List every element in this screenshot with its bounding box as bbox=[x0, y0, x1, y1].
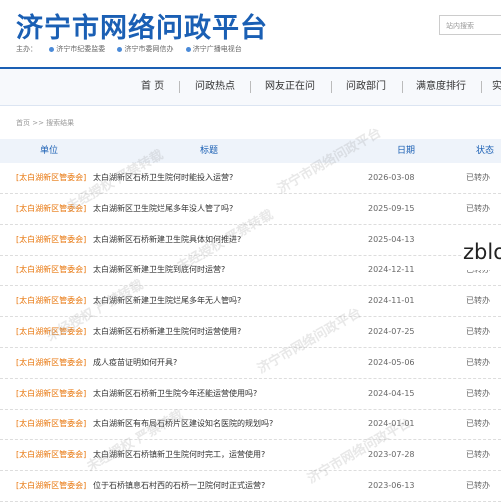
row-status: 已转办 bbox=[466, 296, 490, 306]
row-department[interactable]: [太白湖新区管委会] bbox=[16, 286, 86, 316]
nav-divider bbox=[481, 81, 482, 93]
row-date: 2024-12-11 bbox=[368, 265, 415, 275]
row-department[interactable]: [太白湖新区管委会] bbox=[16, 348, 86, 378]
bullet-icon bbox=[49, 46, 55, 52]
nav-divider bbox=[402, 81, 403, 93]
row-department[interactable]: [太白湖新区管委会] bbox=[16, 379, 86, 409]
nav-departments[interactable]: 问政部门 bbox=[346, 69, 386, 105]
sponsor-label: 主办： bbox=[16, 45, 37, 53]
row-title[interactable]: 太白湖新区石桥新建卫生院何时运营使用? bbox=[93, 317, 241, 347]
table-row[interactable]: [太白湖新区管委会] 成人疫苗证明如何开具? 2024-05-06 已转办 bbox=[0, 348, 501, 379]
row-status: 已转办 bbox=[466, 173, 490, 182]
nav-more[interactable]: 实 bbox=[492, 69, 501, 105]
table-header: 单位 标题 日期 状态 bbox=[0, 139, 501, 163]
row-status: 已转办 bbox=[466, 327, 490, 336]
nav-hot-topics[interactable]: 问政热点 bbox=[195, 69, 235, 105]
row-title[interactable]: 太白湖新区石桥卫生院何时能投入运营? bbox=[93, 163, 233, 193]
nav-satisfaction-ranking[interactable]: 满意度排行 bbox=[416, 69, 466, 105]
row-status: 已转办 bbox=[466, 203, 490, 213]
table-row[interactable]: [太白湖新区管委会] 太白湖新区石桥镇新卫生院何时完工，运营使用? 2023-07-… bbox=[0, 440, 501, 472]
col-dept: 单位 bbox=[40, 146, 59, 156]
row-title[interactable]: 太白湖新区有布局石桥片区建设知名医院的规划吗? bbox=[93, 409, 273, 439]
overlay-text: zblog bbox=[463, 234, 501, 270]
row-department[interactable]: [太白湖新区管委会] bbox=[16, 255, 86, 285]
table-row[interactable]: [太白湖新区管委会]太白湖新区石桥新建卫生院具体如何推进?2025-04-13已… bbox=[0, 225, 501, 256]
row-title[interactable]: 太白湖新区新建卫生院到底何时运营? bbox=[93, 255, 225, 285]
row-date: 2024-01-01 bbox=[368, 419, 415, 429]
table-row[interactable]: [太白湖新区管委会]太白湖新区新建卫生院到底何时运营?2024-12-11已转办 bbox=[0, 255, 501, 287]
row-title[interactable]: 太白湖新区新建卫生院烂尾多年无人管吗? bbox=[93, 286, 241, 316]
nav-home[interactable]: 首 页 bbox=[141, 69, 164, 105]
row-date: 2023-07-28 bbox=[368, 450, 415, 460]
search-input[interactable]: 站内搜索 bbox=[439, 15, 501, 35]
col-date: 日期 bbox=[397, 146, 416, 156]
row-status: 已转办 bbox=[466, 388, 490, 398]
row-title[interactable]: 位于石桥镇息石村西的石桥一卫院何时正式运营? bbox=[93, 471, 265, 501]
sponsor-link-3[interactable]: 济宁广播电视台 bbox=[185, 45, 242, 53]
row-status: 已转办 bbox=[466, 481, 490, 490]
table-row[interactable]: [太白湖新区管委会] 位于石桥镇息石村西的石桥一卫院何时正式运营? 2023-06-… bbox=[0, 471, 501, 502]
bullet-icon bbox=[117, 46, 123, 52]
sponsor-links: 主办： 济宁市纪委监委 济宁市委网信办 济宁广播电视台 bbox=[16, 44, 252, 54]
row-date: 2024-04-15 bbox=[368, 388, 415, 398]
row-status: 已转办 bbox=[466, 419, 490, 429]
row-status: 已转办 bbox=[466, 357, 490, 367]
col-title: 标题 bbox=[200, 146, 219, 156]
row-date: 2025-09-15 bbox=[368, 203, 415, 213]
bullet-icon bbox=[185, 46, 191, 52]
table-row[interactable]: [太白湖新区管委会] 太白湖新区石桥卫生院何时能投入运营? 2026-03-08 已转… bbox=[0, 163, 501, 194]
row-status: 已转办 bbox=[466, 450, 490, 460]
row-title[interactable]: 太白湖新区石桥新建卫生院具体如何推进? bbox=[93, 225, 241, 255]
row-title[interactable]: 成人疫苗证明如何开具? bbox=[93, 348, 177, 378]
row-date: 2024-07-25 bbox=[368, 327, 415, 336]
table-row[interactable]: [太白湖新区管委会] 太白湖新区石桥新建卫生院何时运营使用? 2024-07-25 已… bbox=[0, 317, 501, 348]
table-row[interactable]: [太白湖新区管委会] 太白湖新区卫生院烂尾多年没人管了吗? 2025-09-15 已转… bbox=[0, 194, 501, 225]
row-title[interactable]: 太白湖新区卫生院烂尾多年没人管了吗? bbox=[93, 194, 233, 224]
table-row[interactable]: [太白湖新区管委会] 太白湖新区有布局石桥片区建设知名医院的规划吗? 2024-01… bbox=[0, 409, 501, 441]
nav-divider bbox=[179, 81, 180, 93]
row-date: 2024-11-01 bbox=[368, 296, 415, 306]
nav-divider bbox=[331, 81, 332, 93]
site-title[interactable]: 济宁市网络问政平台 bbox=[16, 6, 268, 45]
row-department[interactable]: [太白湖新区管委会] bbox=[16, 163, 86, 193]
row-department[interactable]: [太白湖新区管委会] bbox=[16, 440, 86, 470]
row-department[interactable]: [太白湖新区管委会] bbox=[16, 225, 86, 255]
sponsor-link-1[interactable]: 济宁市纪委监委 bbox=[49, 45, 105, 53]
row-title[interactable]: 太白湖新区石桥新卫生院今年还能运营使用吗? bbox=[93, 379, 257, 409]
row-department[interactable]: [太白湖新区管委会] bbox=[16, 317, 86, 347]
row-department[interactable]: [太白湖新区管委会] bbox=[16, 471, 86, 501]
breadcrumb: 首页 >> 搜索结果 bbox=[16, 119, 75, 127]
sponsor-link-2[interactable]: 济宁市委网信办 bbox=[117, 45, 173, 53]
row-date: 2023-06-13 bbox=[368, 481, 415, 490]
col-status: 状态 bbox=[476, 146, 495, 156]
nav-asking-now[interactable]: 网友正在问 bbox=[265, 69, 315, 105]
table-row[interactable]: [太白湖新区管委会] 太白湖新区新建卫生院烂尾多年无人管吗? 2024-11-01 已… bbox=[0, 286, 501, 318]
nav-divider bbox=[250, 81, 251, 93]
row-department[interactable]: [太白湖新区管委会] bbox=[16, 194, 86, 224]
main-nav: 首 页 问政热点 网友正在问 问政部门 满意度排行 实 bbox=[0, 69, 501, 106]
row-title[interactable]: 太白湖新区石桥镇新卫生院何时完工，运营使用? bbox=[93, 440, 265, 470]
row-date: 2024-05-06 bbox=[368, 357, 415, 367]
row-date: 2026-03-08 bbox=[368, 173, 415, 182]
table-row[interactable]: [太白湖新区管委会] 太白湖新区石桥新卫生院今年还能运营使用吗? 2024-04-1… bbox=[0, 379, 501, 410]
site-header: 济宁市网络问政平台 主办： 济宁市纪委监委 济宁市委网信办 济宁广播电视台 站内… bbox=[0, 0, 501, 68]
row-date: 2025-04-13 bbox=[368, 234, 415, 244]
row-department[interactable]: [太白湖新区管委会] bbox=[16, 409, 86, 439]
